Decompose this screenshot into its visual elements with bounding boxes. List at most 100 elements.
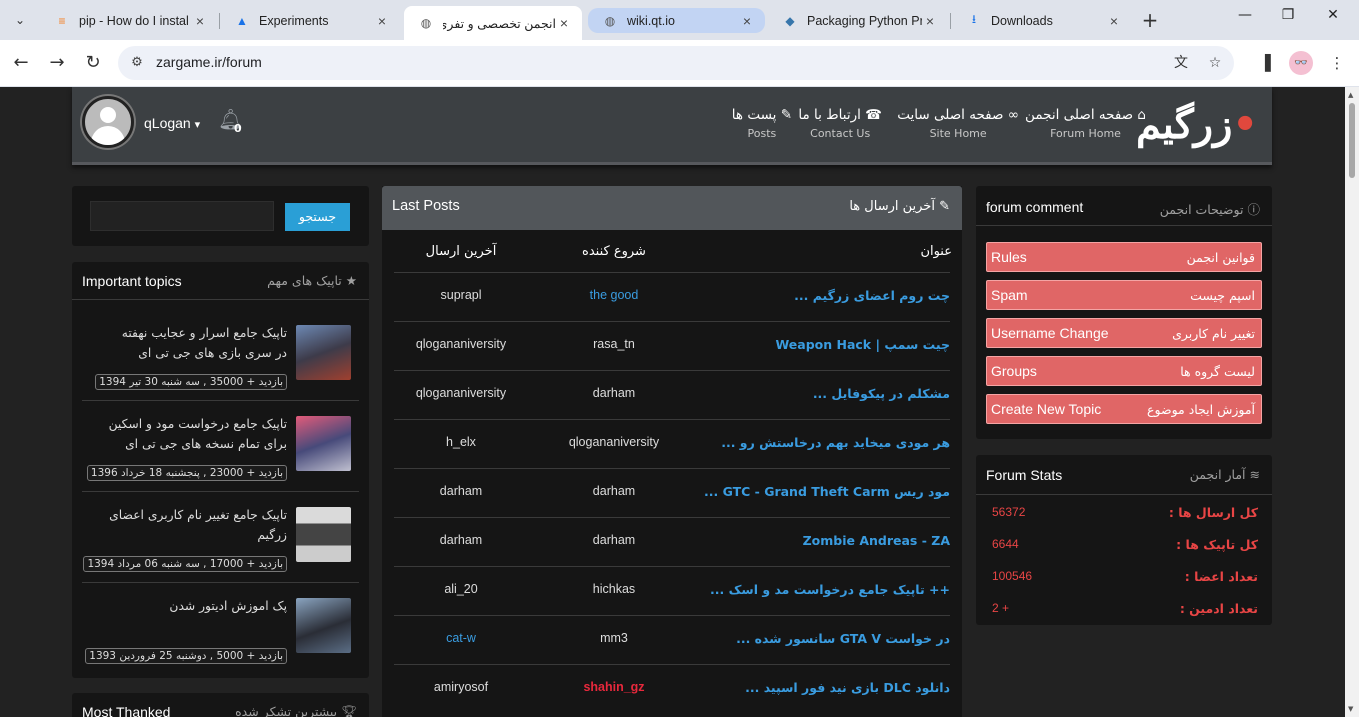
- search-input[interactable]: [90, 201, 274, 231]
- close-icon[interactable]: ×: [374, 13, 390, 29]
- post-last-poster[interactable]: ali_20: [394, 582, 528, 596]
- stat-members: تعداد اعضا :100546: [992, 569, 1258, 584]
- tab-packaging-python[interactable]: ◆ Packaging Python Pr ×: [768, 6, 948, 35]
- search-button[interactable]: جستجو: [285, 203, 350, 231]
- nav-forum-home[interactable]: صفحه اصلی انجمن ⌂ Forum Home: [1025, 107, 1146, 140]
- post-title-link[interactable]: چیت سمپ | Weapon Hack: [775, 337, 950, 352]
- post-starter[interactable]: darham: [544, 533, 684, 547]
- post-starter[interactable]: rasa_tn: [544, 337, 684, 351]
- post-last-poster[interactable]: qlogananiversity: [394, 386, 528, 400]
- topic-title[interactable]: تاپیک جامع اسرار و عجایب نهفته در سری با…: [107, 323, 287, 363]
- scrollbar-thumb[interactable]: [1349, 103, 1355, 178]
- groups-button[interactable]: Groups لیست گروه ها: [986, 356, 1262, 386]
- post-title-link[interactable]: Zombie Andreas - ZA: [803, 533, 950, 548]
- back-button[interactable]: ←: [8, 50, 34, 76]
- topic-item[interactable]: تاپیک جامع تغییر نام کاربری اعضای زرگیم …: [82, 493, 359, 583]
- close-icon[interactable]: ×: [192, 13, 208, 29]
- post-starter[interactable]: shahin_gz: [544, 680, 684, 694]
- post-starter[interactable]: darham: [544, 484, 684, 498]
- forum-comment-panel: forum comment ⓘ توضیحات انجمن Rules قوانی…: [976, 186, 1272, 439]
- topic-item[interactable]: پک اموزش ادیتور شدن بازدید + 5000 , دوشن…: [82, 584, 359, 674]
- nav-sublabel: Forum Home: [1050, 127, 1121, 140]
- bookmark-star-icon[interactable]: ☆: [1204, 52, 1226, 74]
- create-new-topic-button[interactable]: Create New Topic آموزش ایجاد موضوع: [986, 394, 1262, 424]
- site-logo[interactable]: زرگیم•: [1136, 101, 1258, 148]
- topic-thumbnail: [296, 325, 351, 380]
- close-icon[interactable]: ×: [922, 13, 938, 29]
- reload-button[interactable]: ↻: [80, 50, 106, 76]
- close-icon[interactable]: ×: [1106, 13, 1122, 29]
- post-title-link[interactable]: در خواست GTA V سانسور شده ...: [736, 631, 950, 646]
- post-title-link[interactable]: مود ریس GTC - Grand Theft Carm ...: [704, 484, 950, 499]
- post-starter[interactable]: mm3: [544, 631, 684, 645]
- column-header-title: عنوان: [920, 244, 952, 259]
- panel-title-en: Forum Stats: [986, 467, 1063, 483]
- post-last-poster[interactable]: darham: [394, 533, 528, 547]
- menu-kebab-icon[interactable]: ⋮: [1324, 50, 1350, 76]
- tab-pip[interactable]: ≡ pip - How do I instal ×: [40, 6, 218, 35]
- nav-posts[interactable]: پست ها ✎ Posts: [732, 107, 792, 140]
- tab-search-icon[interactable]: ⌄: [8, 8, 32, 32]
- user-avatar[interactable]: [82, 96, 134, 148]
- post-title-link[interactable]: هر مودی میخاید بهم درخاستش رو ...: [721, 435, 950, 450]
- stat-admins: تعداد ادمین :2 +: [992, 601, 1258, 616]
- close-icon[interactable]: ×: [739, 13, 755, 29]
- last-posts-panel: Last Posts ✎ آخرین ارسال ها عنوان شروع ک…: [382, 186, 962, 717]
- topic-item[interactable]: تاپیک جامع درخواست مود و اسکین برای تمام…: [82, 402, 359, 492]
- download-icon: ⭳: [971, 12, 977, 26]
- profile-avatar[interactable]: 👓: [1289, 51, 1313, 75]
- close-window-button[interactable]: ✕: [1318, 4, 1348, 26]
- username-change-button[interactable]: Username Change تغییر نام کاربری: [986, 318, 1262, 348]
- post-last-poster[interactable]: qlogananiversity: [394, 337, 528, 351]
- topic-title[interactable]: تاپیک جامع تغییر نام کاربری اعضای زرگیم: [107, 505, 287, 545]
- tab-downloads[interactable]: ⭳ Downloads ×: [952, 6, 1132, 35]
- tab-wiki-qt[interactable]: ◍ wiki.qt.io ×: [588, 8, 765, 33]
- tab-title: Downloads: [991, 13, 1053, 28]
- post-last-poster[interactable]: cat-w: [394, 631, 528, 645]
- post-starter[interactable]: the good: [544, 288, 684, 302]
- page-scrollbar[interactable]: ▲ ▼: [1345, 87, 1359, 717]
- wifi-icon: ≋: [1249, 467, 1260, 482]
- nav-site-home[interactable]: صفحه اصلی سایت ∞ Site Home: [897, 107, 1019, 140]
- post-starter[interactable]: darham: [544, 386, 684, 400]
- topic-thumbnail: [296, 416, 351, 471]
- post-last-poster[interactable]: darham: [394, 484, 528, 498]
- nav-contact-us[interactable]: ارتباط با ما ☎ Contact Us: [798, 107, 882, 140]
- post-starter[interactable]: hichkas: [544, 582, 684, 596]
- topic-title[interactable]: پک اموزش ادیتور شدن: [107, 596, 287, 616]
- site-header: زرگیم• صفحه اصلی انجمن ⌂ Forum Home صفحه…: [72, 87, 1272, 165]
- post-title-link[interactable]: مشکلم در پیکوفایل ...: [813, 386, 950, 401]
- topic-thumbnail: [296, 507, 351, 562]
- post-last-poster[interactable]: h_elx: [394, 435, 528, 449]
- user-menu[interactable]: qLogan ▾: [144, 115, 200, 131]
- tab-experiments[interactable]: ▲ Experiments ×: [220, 6, 400, 35]
- post-title-link[interactable]: ++ تاپیک جامع درخواست مد و اسک ...: [710, 582, 950, 597]
- topic-title[interactable]: تاپیک جامع درخواست مود و اسکین برای تمام…: [107, 414, 287, 454]
- side-panel-icon[interactable]: ▐: [1252, 50, 1278, 76]
- post-title-link[interactable]: دانلود DLC بازی نید فور اسپید ...: [745, 680, 950, 695]
- post-last-poster[interactable]: amiryosof: [394, 680, 528, 694]
- topic-item[interactable]: تاپیک جامع اسرار و عجایب نهفته در سری با…: [82, 311, 359, 401]
- close-icon[interactable]: ×: [556, 15, 572, 31]
- translate-icon[interactable]: 文: [1170, 52, 1192, 74]
- forward-button[interactable]: →: [44, 50, 70, 76]
- new-tab-button[interactable]: +: [1139, 8, 1161, 32]
- maximize-button[interactable]: ❐: [1273, 4, 1303, 26]
- panel-title-fa: 🏆︎ بیشترین تشکر شده: [235, 704, 357, 717]
- topic-meta: بازدید + 5000 , دوشنبه 25 فروردین 1393: [85, 648, 287, 664]
- rules-button[interactable]: Rules قوانین انجمن: [986, 242, 1262, 272]
- address-bar[interactable]: ⚙ zargame.ir/forum 文 ☆: [118, 46, 1234, 80]
- tab-zargame[interactable]: ◍ انجمن تخصصی و تفری ×: [404, 6, 582, 40]
- minimize-button[interactable]: —: [1230, 4, 1260, 26]
- url-text[interactable]: zargame.ir/forum: [156, 54, 262, 70]
- topic-meta: بازدید + 35000 , سه شنبه 30 تیر 1394: [95, 374, 287, 390]
- column-header-starter: شروع کننده: [582, 244, 646, 259]
- scroll-up-icon[interactable]: ▲: [1348, 91, 1353, 99]
- scroll-down-icon[interactable]: ▼: [1348, 705, 1353, 713]
- site-info-icon[interactable]: ⚙: [126, 52, 148, 74]
- post-last-poster[interactable]: suprapl: [394, 288, 528, 302]
- table-row: در خواست GTA V سانسور شده ... mm3 cat-w: [394, 615, 950, 664]
- post-title-link[interactable]: چت روم اعضای زرگیم ...: [794, 288, 950, 303]
- spam-button[interactable]: Spam اسپم چیست: [986, 280, 1262, 310]
- post-starter[interactable]: qlogananiversity: [544, 435, 684, 449]
